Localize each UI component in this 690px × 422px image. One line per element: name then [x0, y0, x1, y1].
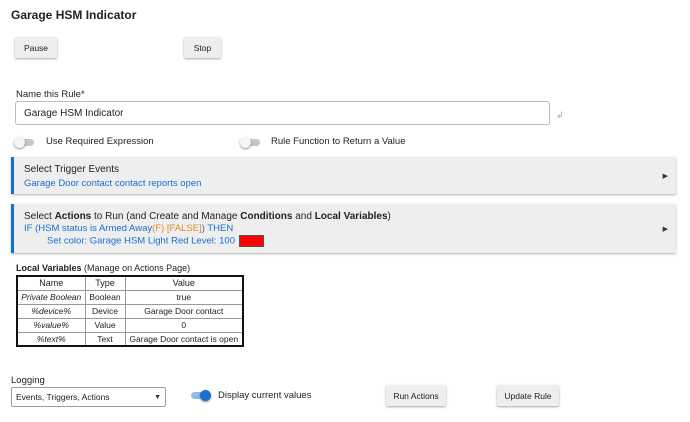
stop-button[interactable]: Stop	[184, 37, 221, 58]
local-variables-table: Name Type Value Private Boolean Boolean …	[16, 275, 244, 347]
if-then: ) THEN	[201, 223, 234, 234]
local-variables-title: Local Variables (Manage on Actions Page)	[16, 263, 190, 273]
select-trigger-events-panel[interactable]: Select Trigger Events Garage Door contac…	[11, 157, 676, 194]
trigger-panel-title: Select Trigger Events	[24, 164, 120, 175]
local-variables-note: (Manage on Actions Page)	[81, 263, 191, 273]
rule-name-input[interactable]: Garage HSM Indicator	[15, 101, 550, 125]
trigger-summary: Garage Door contact contact reports open	[24, 178, 202, 189]
variable-value: Garage Door contact is open	[124, 331, 244, 347]
expand-arrow-icon: ▶	[662, 226, 668, 233]
variable-type: Value	[84, 317, 126, 333]
condition-false-state: (F) [FALSE]	[152, 223, 202, 234]
expand-arrow-icon: ▶	[662, 173, 668, 180]
variable-name: %text%	[16, 331, 86, 347]
local-variables-heading: Local Variables	[16, 263, 82, 273]
title-text: and	[292, 211, 315, 222]
update-rule-button[interactable]: Update Rule	[497, 385, 559, 406]
variable-name: %device%	[16, 303, 86, 319]
logging-selected-value: Events, Triggers, Actions	[16, 392, 110, 402]
display-current-values-label: Display current values	[218, 390, 312, 401]
variable-type: Text	[84, 331, 126, 347]
variable-value: Garage Door contact	[124, 303, 244, 319]
set-color-text: Set color: Garage HSM Light Red Level: 1…	[47, 235, 235, 247]
required-expression-label: Use Required Expression	[46, 136, 154, 147]
color-swatch	[239, 235, 264, 247]
title-bold-local-variables: Local Variables	[314, 211, 388, 222]
variable-value: true	[124, 289, 244, 305]
table-row: %value% Value 0	[16, 317, 244, 333]
pause-button[interactable]: Pause	[15, 37, 57, 58]
dropdown-caret-icon: ▼	[154, 393, 161, 401]
rule-function-label: Rule Function to Return a Value	[271, 136, 406, 147]
action-set-color-line: Set color: Garage HSM Light Red Level: 1…	[47, 235, 264, 247]
if-condition: IF (HSM status is Armed Away	[24, 223, 153, 234]
toggle-knob	[14, 137, 25, 148]
variable-value: 0	[124, 317, 244, 333]
title-bold-actions: Actions	[54, 211, 92, 222]
table-row: %device% Device Garage Door contact	[16, 303, 244, 319]
logging-select[interactable]: Events, Triggers, Actions ▼	[11, 387, 166, 407]
select-actions-panel[interactable]: Select Actions to Run (and Create and Ma…	[11, 204, 676, 253]
rule-function-toggle[interactable]	[240, 137, 262, 148]
title-bold-conditions: Conditions	[240, 211, 293, 222]
title-text: Select	[24, 211, 55, 222]
variable-name: %value%	[16, 317, 86, 333]
table-header-row: Name Type Value	[16, 275, 244, 291]
actions-panel-title: Select Actions to Run (and Create and Ma…	[24, 211, 391, 222]
variable-type: Device	[84, 303, 126, 319]
table-row: %text% Text Garage Door contact is open	[16, 331, 244, 347]
title-text: to Run (and Create and Manage	[91, 211, 241, 222]
title-text: )	[387, 211, 391, 222]
required-expression-toggle[interactable]	[14, 137, 36, 148]
run-actions-button[interactable]: Run Actions	[386, 385, 446, 406]
return-arrow-icon: ↲	[556, 110, 564, 120]
page-title: Garage HSM Indicator	[11, 8, 137, 22]
display-current-values-toggle[interactable]	[189, 390, 211, 401]
table-row: Private Boolean Boolean true	[16, 289, 244, 305]
toggle-knob	[240, 137, 251, 148]
toggle-knob	[200, 390, 211, 401]
action-if-line: IF (HSM status is Armed Away(F) [FALSE])…	[24, 223, 233, 234]
column-header-name: Name	[16, 275, 86, 291]
variable-name: Private Boolean	[16, 289, 86, 305]
rule-name-label: Name this Rule*	[16, 89, 85, 100]
column-header-value: Value	[124, 275, 244, 291]
logging-label: Logging	[11, 375, 45, 386]
variable-type: Boolean	[84, 289, 126, 305]
column-header-type: Type	[84, 275, 126, 291]
